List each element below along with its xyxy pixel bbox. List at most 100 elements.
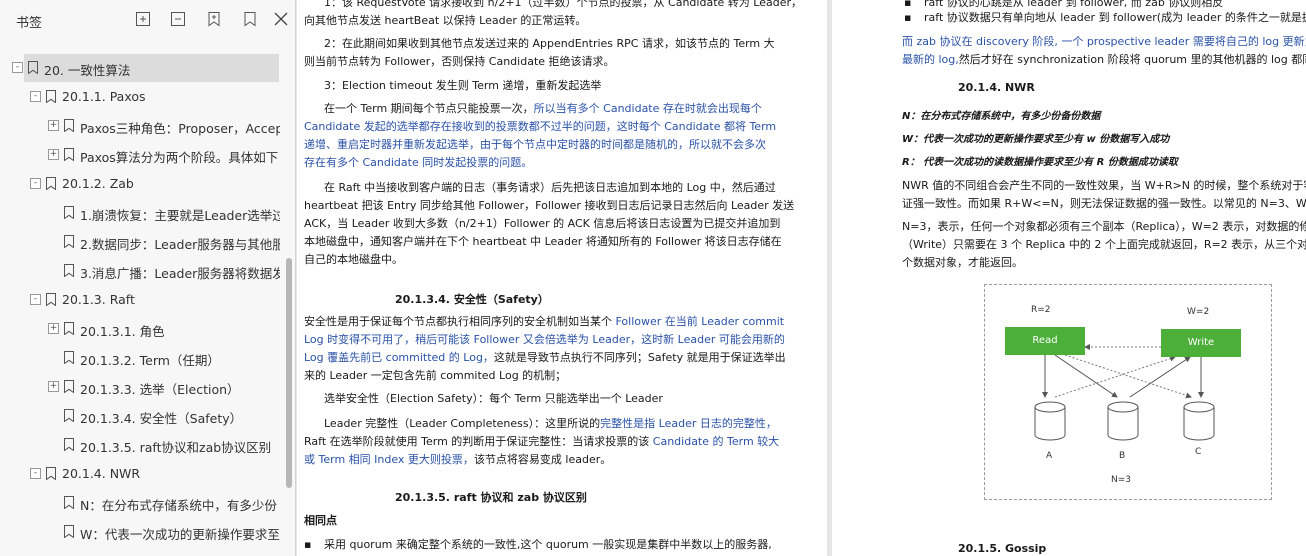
bullet-marker: ▪ [904,11,912,24]
paragraph-line: 本地磁盘中，通知客户端并在下个 heartbeat 中 Leader 将通知所有… [304,233,782,251]
expand-toggle-icon[interactable]: + [48,149,59,160]
bookmark-item[interactable]: 3.消息广播：Leader服务器将数据发 [0,257,280,285]
paragraph-line: 3：Election timeout 发生则 Term 递增，重新发起选举 [324,77,601,95]
same-points-label: 相同点 [304,514,337,527]
bookmark-item[interactable]: 20.1.3.5. raft协议和zab协议区别 [0,431,280,459]
text-run: 向其他节点发送 heartBeat 以保持 Leader 的正常运转。 [304,14,587,27]
def-r: R： 代表一次成功的读数据操作要求至少有 R 份数据成功读取 [902,157,1178,168]
nwr-para-5: 个数据对象，才能返回。 [902,256,1023,269]
heading-raft-zab: 20.1.3.5. raft 协议和 zab 协议区别 [395,491,587,504]
bookmark-icon [64,380,74,393]
text-run: 来的 Leader 一定包含先前 commited Log 的机制； [304,369,567,382]
text-run: Candidate 发起的选举都存在接收到的投票数都不过半的问题，这时每个 Ca… [304,120,777,133]
bookmark-label: Paxos算法分为两个阶段。具体如下 [80,150,279,165]
text-run: Leader 完整性（Leader Completeness）：这里所说的 [324,417,601,430]
text-run: 选举安全性（Election Safety）：每个 Term 只能选举出一个 L… [324,392,663,405]
collapse-toggle-icon[interactable]: - [30,91,41,102]
bookmark-item[interactable]: + Paxos算法分为两个阶段。具体如下 [0,141,280,169]
heading-nwr: 20.1.4. NWR [958,81,1035,94]
bookmark-icon [46,90,56,103]
text-run-highlight: 或 Term 相同 Index 更大则投票， [304,453,474,466]
bookmark-label: 20.1.3.2. Term（任期） [80,353,220,368]
bookmark-icon[interactable] [241,10,259,28]
nwr-para-4: （Write）只需要在 3 个 Replica 中的 2 个上面完成就返回，R=… [902,238,1306,251]
bookmark-item[interactable]: - 20.1.2. Zab [0,170,280,198]
bookmark-item[interactable]: - 20. 一致性算法 [12,54,279,82]
text-run: 则当前节点转为 Follower，否则保持 Candidate 拒绝该请求。 [304,55,615,68]
bookmark-item[interactable]: - 20.1.1. Paxos [0,83,280,111]
paragraph-line: Log 时变得不可用了，稍后可能该 Follower 又会倍选举为 Leader… [304,331,785,349]
text-run: 自己的本地磁盘中。 [304,253,403,266]
paragraph-line: 或 Term 相同 Index 更大则投票，该节点将容易变成 leader。 [304,451,611,469]
nwr-para-2: 证强一致性。而如果 R+W<=N，则无法保证数据的强一致性。以常见的 N=3、W… [902,197,1306,210]
bookmark-label: 20. 一致性算法 [44,63,131,78]
bookmark-icon [64,206,74,219]
scrollbar-thumb[interactable] [286,258,292,488]
paragraph-line: 递增、重启定时器并重新发起选举，由于每个节点中定时器的时间都是随机的，所以就不会… [304,136,766,154]
collapse-toggle-icon[interactable]: - [30,468,41,479]
bookmark-item[interactable]: 1.崩溃恢复：主要就是Leader选举过 [0,199,280,227]
write-node: Write [1161,329,1241,357]
bookmark-label: 20.1.2. Zab [62,176,134,191]
bookmark-item[interactable]: - 20.1.4. NWR [0,460,280,488]
bookmark-item[interactable]: - 20.1.3. Raft [0,286,280,314]
bookmark-icon [64,148,74,161]
expand-toggle-icon[interactable]: + [48,120,59,131]
bookmarks-panel: 书签 - 20. 一致性算法 - 20.1.1. Paxos + Paxos三种角色：Pr… [0,0,296,556]
paragraph-line: 在一个 Term 期间每个节点只能投票一次，所以当有多个 Candidate 存… [324,100,762,118]
paragraph-line: 安全性是用于保证每个节点都执行相同序列的安全机制如当某个 Follower 在当… [304,313,784,331]
bookmark-tree: - 20. 一致性算法 - 20.1.1. Paxos + Paxos三种角色：Propo… [0,54,280,556]
text-run: 递增、重启定时器并重新发起选举，由于每个节点中定时器的时间都是随机的，所以就不会… [304,138,766,151]
def-n: N：在分布式存储系统中，有多少份备份数据 [902,111,1101,122]
bullet-marker: ▪ [304,538,312,551]
collapse-toggle-icon[interactable]: - [12,62,23,73]
bookmark-item[interactable]: 20.1.3.2. Term（任期） [0,344,280,372]
bullet-direction: raft 协议数据只有单向地从 leader 到 follower(成为 lea… [924,11,1306,24]
text-run: 这就是导致节点执行不同序列；Safety 就是用于保证选举出 [493,351,786,364]
paragraph-line: 在 Raft 中当接收到客户端的日志（事务请求）后先把该日志追加到本地的 Log… [324,179,776,197]
bookmark-icon [28,61,38,74]
nwr-para-3: N=3，表示，任何一个对象都必须有三个副本（Replica），W=2 表示，对数… [902,220,1306,233]
n-label: N=3 [1111,475,1131,485]
def-w: W：代表一次成功的更新操作要求至少有 w 份数据写入成功 [902,134,1170,145]
paragraph-line: 则当前节点转为 Follower，否则保持 Candidate 拒绝该请求。 [304,53,615,71]
bookmark-label: W：代表一次成功的更新操作要求至 [80,527,280,542]
add-bookmark-icon[interactable] [205,10,223,28]
bookmark-icon [64,119,74,132]
replica-a-label: A [1046,451,1053,461]
paragraph-line: 自己的本地磁盘中。 [304,251,403,269]
paragraph-line: 2：在此期间如果收到其他节点发送过来的 AppendEntries RPC 请求… [324,35,775,53]
bookmark-item[interactable]: 2.数据同步：Leader服务器与其他服 [0,228,280,256]
close-icon[interactable] [272,10,290,28]
bookmark-label: N：在分布式存储系统中，有多少份 [80,498,277,513]
bookmark-icon [64,409,74,422]
replica-a [1034,401,1066,441]
expand-toggle-icon[interactable]: + [48,323,59,334]
bookmark-item[interactable]: +20.1.3.3. 选举（Election） [0,373,280,401]
bookmark-item[interactable]: + Paxos三种角色：Proposer，Accep [0,112,280,140]
bookmark-item[interactable]: 20.1.3.4. 安全性（Safety） [0,402,280,430]
nwr-diagram-arrows [1034,344,1215,441]
paragraph-line: 来的 Leader 一定包含先前 commited Log 的机制； [304,367,566,385]
collapse-all-icon[interactable] [169,10,187,28]
bookmark-label: 20.1.3.5. raft协议和zab协议区别 [80,440,272,455]
bookmark-label: 20.1.1. Paxos [62,89,146,104]
bookmark-icon [64,351,74,364]
bookmark-icon [46,177,56,190]
paragraph-line: 1：该 RequestVote 请求接收到 n/2+1（过半数）个节点的投票，从… [324,0,802,12]
bookmark-icon [64,235,74,248]
bookmark-item[interactable]: +20.1.3.1. 角色 [0,315,280,343]
bookmark-item[interactable]: N：在分布式存储系统中，有多少份 [0,489,280,517]
bookmark-label: 20.1.4. NWR [62,466,141,481]
collapse-toggle-icon[interactable]: - [30,294,41,305]
bookmark-label: 20.1.3.4. 安全性（Safety） [80,411,243,426]
bookmark-icon [64,322,74,335]
bookmark-label: 20.1.3.1. 角色 [80,324,165,339]
bookmark-item[interactable]: W：代表一次成功的更新操作要求至 [0,518,280,546]
paragraph-line: 存在有多个 Candidate 同时发起投票的问题。 [304,154,532,172]
collapse-toggle-icon[interactable]: - [30,178,41,189]
bookmark-icon [64,438,74,451]
expand-toggle-icon[interactable]: + [48,381,59,392]
replica-c [1183,401,1215,441]
expand-all-icon[interactable] [134,10,152,28]
